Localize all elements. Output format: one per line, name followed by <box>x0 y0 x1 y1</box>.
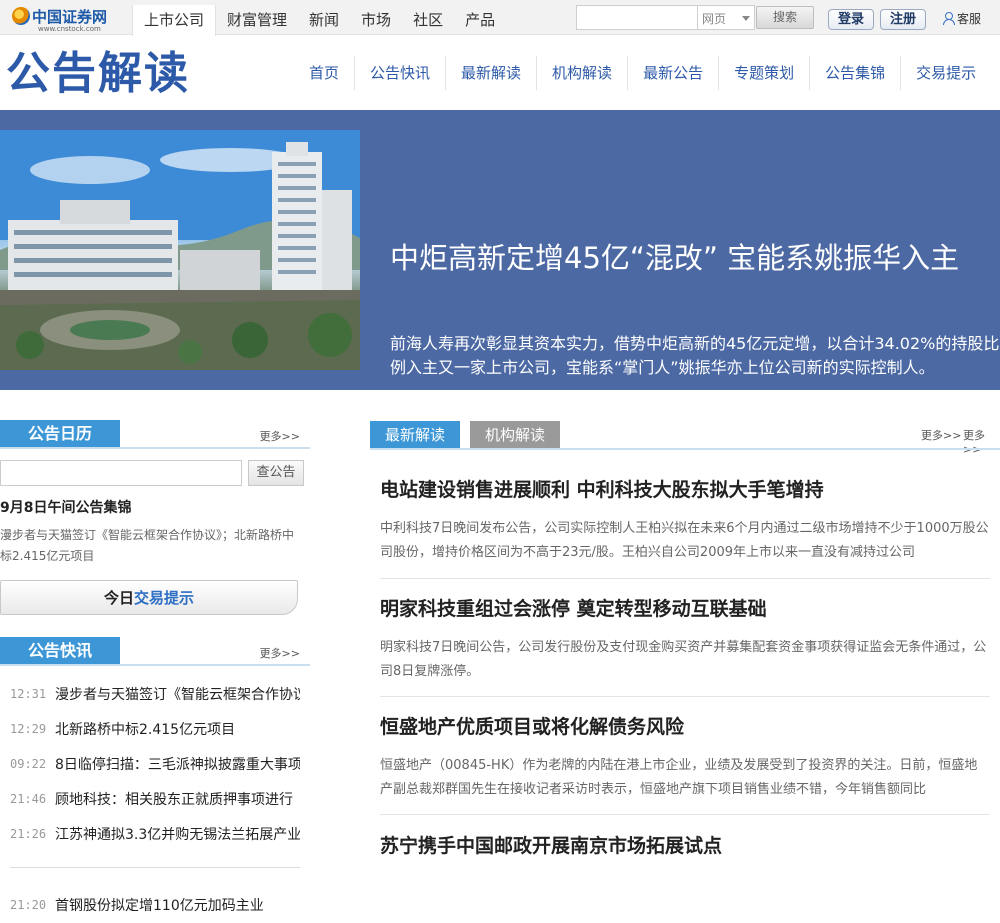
article-title[interactable]: 明家科技重组过会涨停 奠定转型移动互联基础 <box>380 598 767 620</box>
main-nav-latest-announcements[interactable]: 最新公告 <box>628 56 720 90</box>
flash-header: 公告快讯 更多>> <box>0 637 310 666</box>
tab-institution-analysis[interactable]: 机构解读 <box>470 421 560 449</box>
login-button[interactable]: 登录 <box>828 9 874 30</box>
logo-emblem-icon <box>12 7 30 25</box>
customer-service-link[interactable]: 客服 <box>942 10 981 27</box>
article-divider <box>380 814 990 815</box>
search-scope-value: 网页 <box>702 12 727 26</box>
search-scope-select[interactable]: 网页 <box>697 5 755 30</box>
list-item[interactable]: 09:22 8日临停扫描：三毛派神拟披露重大事项 <box>0 747 305 782</box>
article-title[interactable]: 恒盛地产优质项目或将化解债务风险 <box>380 716 684 738</box>
calendar-headline[interactable]: 9月8日午间公告集锦 <box>0 497 131 517</box>
flash-tab[interactable]: 公告快讯 <box>0 637 120 665</box>
analysis-tabs: 最新解读 机构解读 更多>> 更多>> <box>370 421 1000 456</box>
top-nav-wealth[interactable]: 财富管理 <box>216 5 298 35</box>
section-title: 公告解读 <box>6 48 190 99</box>
chevron-down-icon <box>742 16 750 21</box>
search-input[interactable] <box>576 5 698 30</box>
latest-more-link[interactable]: 更多>> <box>921 427 961 443</box>
flash-header-divider <box>0 664 310 666</box>
article-item: 明家科技重组过会涨停 奠定转型移动互联基础 明家科技7日晚间公告，公司发行股份及… <box>380 596 990 697</box>
main-nav-institution-analysis[interactable]: 机构解读 <box>537 56 629 90</box>
list-item[interactable]: 12:31 漫步者与天猫签订《智能云框架合作协议》 <box>0 677 305 712</box>
flash-news-list: 12:31 漫步者与天猫签订《智能云框架合作协议》 12:29 北新路桥中标2.… <box>0 677 305 852</box>
calendar-tab[interactable]: 公告日历 <box>0 420 120 448</box>
register-button[interactable]: 注册 <box>880 9 926 30</box>
customer-service-label: 客服 <box>957 12 982 26</box>
list-item[interactable]: 21:26 江苏神通拟3.3亿并购无锡法兰拓展产业 <box>0 817 305 852</box>
article-title[interactable]: 电站建设销售进展顺利 中利科技大股东拟大手笔增持 <box>380 479 824 501</box>
top-nav: 上市公司 财富管理 新闻 市场 社区 产品 <box>132 5 506 36</box>
news-time: 21:20 <box>10 898 47 912</box>
article-divider <box>380 578 990 579</box>
site-logo[interactable]: 中国证券网 www.cnstock.com <box>12 5 122 33</box>
main-nav-trading-tips[interactable]: 交易提示 <box>901 56 991 90</box>
news-title[interactable]: 8日临停扫描：三毛派神拟披露重大事项 <box>55 754 300 774</box>
list-item[interactable]: 21:46 顾地科技：相关股东正就质押事项进行 <box>0 782 305 817</box>
calendar-header: 公告日历 更多>> <box>0 420 310 449</box>
institution-more-link[interactable]: 更多>> <box>963 427 1000 456</box>
today-link-text: 交易提示 <box>134 589 195 607</box>
news-time: 21:26 <box>10 827 47 841</box>
news-time: 09:22 <box>10 757 47 771</box>
list-item[interactable]: 12:29 北新路桥中标2.415亿元项目 <box>0 712 305 747</box>
article-summary: 恒盛地产（00845-HK）作为老牌的内陆在港上市企业，业绩及发展受到了投资界的… <box>380 758 978 797</box>
news-time: 12:31 <box>10 687 47 701</box>
analysis-tabs-divider <box>370 448 1000 450</box>
article-item: 苏宁携手中国邮政开展南京市场拓展试点 <box>380 833 990 859</box>
main-nav-collections[interactable]: 公告集锦 <box>810 56 902 90</box>
building-illustration <box>0 130 360 370</box>
news-title[interactable]: 漫步者与天猫签订《智能云框架合作协议》 <box>55 684 300 704</box>
article-divider <box>380 696 990 697</box>
main-nav: 首页 公告快讯 最新解读 机构解读 最新公告 专题策划 公告集锦 交易提示 <box>294 56 991 90</box>
search-button[interactable]: 搜索 <box>756 6 814 29</box>
hero-title[interactable]: 中炬高新定增45亿“混改” 宝能系姚振华入主 <box>390 240 990 277</box>
article-summary: 明家科技7日晚间公告，公司发行股份及支付现金购买资产并募集配套资金事项获得证监会… <box>380 640 987 679</box>
query-announcement-button[interactable]: 查公告 <box>248 460 304 486</box>
today-prefix: 今日 <box>103 589 134 607</box>
top-nav-listed-companies[interactable]: 上市公司 <box>132 5 217 36</box>
top-bar: 中国证券网 www.cnstock.com 上市公司 财富管理 新闻 市场 社区… <box>0 0 1000 36</box>
today-trading-tips-button[interactable]: 今日交易提示 <box>0 580 298 615</box>
top-nav-products[interactable]: 产品 <box>454 5 506 35</box>
top-nav-market[interactable]: 市场 <box>350 5 402 35</box>
tab-latest-analysis[interactable]: 最新解读 <box>370 421 460 449</box>
top-nav-community[interactable]: 社区 <box>402 5 454 35</box>
news-title[interactable]: 北新路桥中标2.415亿元项目 <box>55 719 300 739</box>
article-item: 恒盛地产优质项目或将化解债务风险 恒盛地产（00845-HK）作为老牌的内陆在港… <box>380 714 990 815</box>
main-nav-latest-analysis[interactable]: 最新解读 <box>446 56 538 90</box>
article-title[interactable]: 苏宁携手中国邮政开展南京市场拓展试点 <box>380 835 722 857</box>
hero-description: 前海人寿再次彰显其资本实力，借势中炬高新的45亿元定增，以合计34.02%的持股… <box>390 334 1000 377</box>
hero-banner: 中炬高新定增45亿“混改” 宝能系姚振华入主 前海人寿再次彰显其资本实力，借势中… <box>0 110 1000 390</box>
article-summary: 中利科技7日晚间发布公告，公司实际控制人王柏兴拟在未来6个月内通过二级市场增持不… <box>380 521 989 560</box>
main-nav-home[interactable]: 首页 <box>294 56 356 90</box>
top-nav-news[interactable]: 新闻 <box>298 5 350 35</box>
logo-url: www.cnstock.com <box>38 25 101 33</box>
flash-list-divider <box>10 867 300 868</box>
user-icon <box>942 12 955 25</box>
news-title[interactable]: 顾地科技：相关股东正就质押事项进行 <box>55 789 300 809</box>
main-nav-flash[interactable]: 公告快讯 <box>355 56 447 90</box>
calendar-more-link[interactable]: 更多>> <box>260 428 300 444</box>
main-nav-special-topics[interactable]: 专题策划 <box>719 56 811 90</box>
list-item[interactable]: 21:20 首钢股份拟定增110亿元加码主业 <box>0 888 305 923</box>
news-title[interactable]: 首钢股份拟定增110亿元加码主业 <box>55 895 300 915</box>
calendar-header-divider <box>0 447 310 449</box>
logo-name: 中国证券网 <box>32 8 108 26</box>
flash-more-link[interactable]: 更多>> <box>260 645 300 661</box>
news-time: 12:29 <box>10 722 47 736</box>
article-item: 电站建设销售进展顺利 中利科技大股东拟大手笔增持 中利科技7日晚间发布公告，公司… <box>380 477 990 579</box>
news-time: 21:46 <box>10 792 47 806</box>
hero-image[interactable] <box>0 130 360 370</box>
news-title[interactable]: 江苏神通拟3.3亿并购无锡法兰拓展产业 <box>55 824 300 844</box>
calendar-summary: 漫步者与天猫签订《智能云框架合作协议》；北新路桥中标2.415亿元项目 <box>0 528 295 563</box>
calendar-date-input[interactable] <box>0 460 242 486</box>
